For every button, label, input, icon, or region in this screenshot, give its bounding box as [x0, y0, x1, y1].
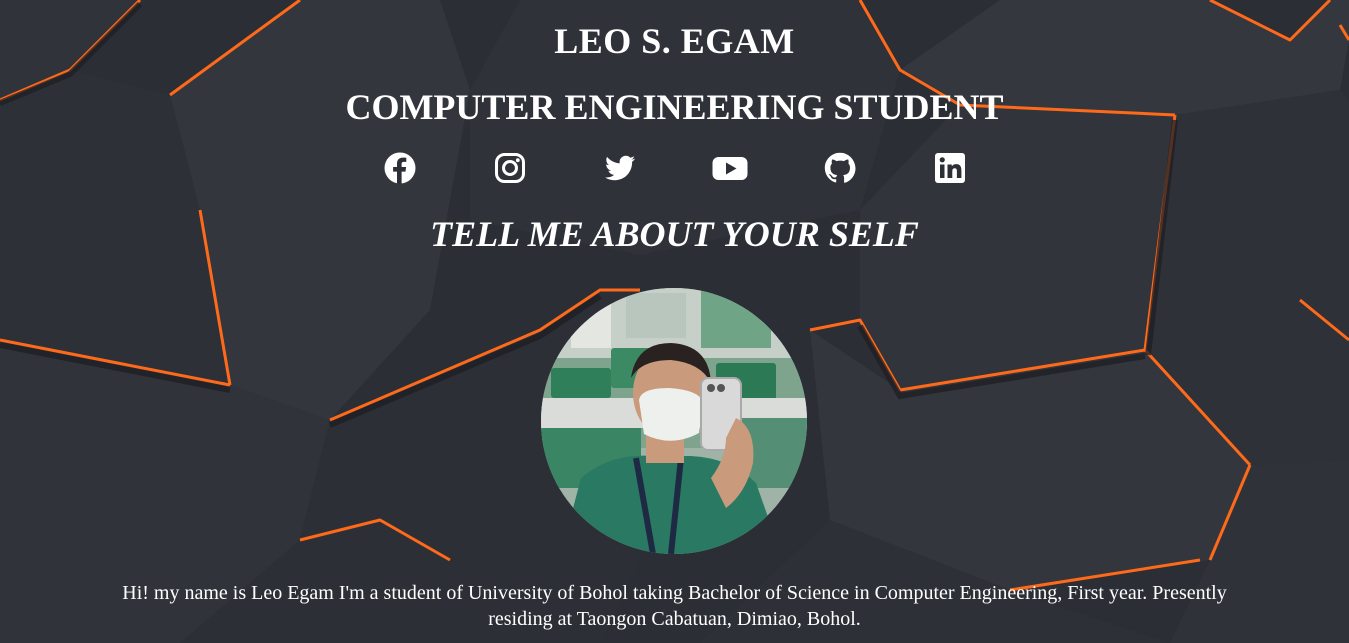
- facebook-icon: [384, 152, 416, 184]
- youtube-link[interactable]: [712, 152, 748, 184]
- twitter-icon: [605, 155, 636, 181]
- page-content: LEO S. EGAM COMPUTER ENGINEERING STUDENT: [0, 0, 1349, 643]
- profile-role: COMPUTER ENGINEERING STUDENT: [345, 87, 1004, 127]
- profile-photo: [541, 288, 807, 554]
- instagram-link[interactable]: [494, 152, 526, 184]
- github-link[interactable]: [824, 152, 856, 184]
- linkedin-icon: [935, 153, 965, 183]
- instagram-icon: [495, 153, 525, 183]
- github-icon: [824, 152, 856, 183]
- facebook-link[interactable]: [384, 152, 416, 184]
- bio-text: Hi! my name is Leo Egam I'm a student of…: [122, 582, 1227, 630]
- linkedin-link[interactable]: [934, 152, 966, 184]
- twitter-link[interactable]: [604, 152, 636, 184]
- avatar: [541, 288, 807, 554]
- profile-name: LEO S. EGAM: [554, 21, 795, 61]
- youtube-icon: [712, 157, 748, 180]
- social-links: [384, 152, 966, 188]
- about-heading: TELL ME ABOUT YOUR SELF: [430, 214, 919, 254]
